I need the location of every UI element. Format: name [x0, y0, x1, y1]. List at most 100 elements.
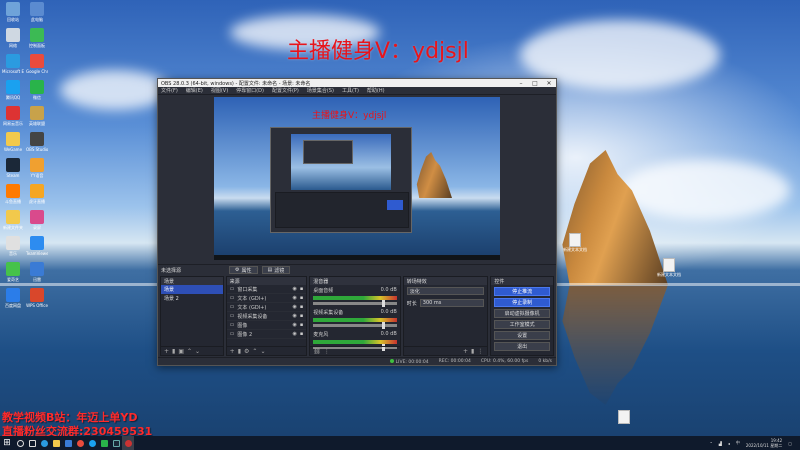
- desktop-shortcut-icon[interactable]: Google Chrome: [26, 54, 48, 74]
- config-icon[interactable]: ▣: [178, 348, 184, 355]
- desktop-shortcut-icon[interactable]: 爱奇艺: [2, 262, 24, 283]
- menu-view[interactable]: 视图(V): [211, 87, 228, 94]
- desktop-file-icon[interactable]: 新建文本文档: [561, 233, 589, 253]
- file-explorer-icon[interactable]: [50, 436, 62, 450]
- exit-button[interactable]: 退出: [494, 342, 551, 351]
- menu-tools[interactable]: 工具(T): [342, 87, 359, 94]
- desktop-shortcut-icon[interactable]: 百度网盘: [2, 288, 24, 309]
- chevron-down-icon[interactable]: ⌄: [195, 348, 200, 355]
- source-item[interactable]: ▭ 文本 (GDI+) ◉ ▪: [226, 303, 307, 312]
- scene-item[interactable]: 场景: [161, 285, 223, 294]
- chevron-up-icon[interactable]: ⌃: [252, 348, 257, 355]
- gear-icon[interactable]: ⚙: [244, 348, 249, 355]
- desktop-shortcut-icon[interactable]: 英雄联盟: [26, 106, 48, 127]
- desktop-file-icon[interactable]: [610, 410, 638, 424]
- lock-icon[interactable]: ▪: [300, 295, 303, 301]
- store-icon[interactable]: [62, 436, 74, 450]
- desktop-shortcut-icon[interactable]: 新建文件夹: [2, 210, 24, 231]
- more-icon[interactable]: ⋮: [477, 348, 483, 355]
- stop-streaming-button[interactable]: 停止推流: [494, 287, 551, 296]
- desktop-shortcut-icon[interactable]: OBS Studio: [26, 132, 48, 152]
- volume-icon[interactable]: ◂: [728, 441, 730, 446]
- desktop-shortcut-icon[interactable]: 网络: [2, 28, 24, 49]
- eye-icon[interactable]: ◉: [292, 331, 296, 337]
- desktop-shortcut-icon[interactable]: 迅雷: [26, 262, 48, 283]
- link-icon[interactable]: ⛓: [313, 348, 321, 355]
- desktop-shortcut-icon[interactable]: 控制面板: [26, 28, 48, 49]
- add-icon[interactable]: +: [463, 348, 468, 355]
- stop-recording-button[interactable]: 停止录制: [494, 298, 551, 307]
- desktop-shortcut-icon[interactable]: WeGame: [2, 132, 24, 152]
- menu-help[interactable]: 帮助(H): [367, 87, 385, 94]
- filters-button[interactable]: ▤ 滤镜: [261, 266, 291, 274]
- desktop-shortcut-icon[interactable]: 微信: [26, 80, 48, 101]
- virtual-camera-button[interactable]: 启动虚拟摄像机: [494, 309, 551, 318]
- settings-button[interactable]: 设置: [494, 331, 551, 340]
- desktop-shortcut-icon[interactable]: 音乐: [2, 236, 24, 257]
- eye-icon[interactable]: ◉: [292, 304, 296, 310]
- wechat-icon[interactable]: [98, 436, 110, 450]
- add-icon[interactable]: +: [164, 348, 169, 355]
- menu-file[interactable]: 文件(F): [161, 87, 178, 94]
- desktop-shortcut-icon[interactable]: Steam: [2, 158, 24, 178]
- menu-profile[interactable]: 配置文件(P): [272, 87, 299, 94]
- add-icon[interactable]: +: [230, 348, 235, 355]
- chevron-up-icon[interactable]: ⌃: [187, 348, 192, 355]
- chevron-down-icon[interactable]: ⌄: [260, 348, 265, 355]
- lock-icon[interactable]: ▪: [300, 331, 303, 337]
- desktop-file-icon[interactable]: 新建文本文档: [655, 258, 683, 278]
- eye-icon[interactable]: ◉: [292, 322, 296, 328]
- chrome-icon[interactable]: [74, 436, 86, 450]
- desktop-shortcut-icon[interactable]: 斗鱼直播: [2, 184, 24, 205]
- source-item[interactable]: ▭ 文本 (GDI+) ◉ ▪: [226, 294, 307, 303]
- lock-icon[interactable]: ▪: [300, 322, 303, 328]
- trash-icon[interactable]: ▮: [238, 348, 241, 355]
- task-view-icon[interactable]: [26, 436, 38, 450]
- minimize-icon[interactable]: –: [514, 80, 528, 87]
- steam-icon[interactable]: [110, 436, 122, 450]
- close-icon[interactable]: ✕: [542, 80, 556, 87]
- volume-slider[interactable]: [313, 322, 397, 329]
- more-icon[interactable]: ⋮: [324, 348, 330, 355]
- source-item[interactable]: ▭ 窗口采集 ◉ ▪: [226, 285, 307, 294]
- obs-window[interactable]: OBS 28.0.3 (64-bit, windows) - 配置文件: 未命名…: [157, 78, 557, 366]
- lock-icon[interactable]: ▪: [300, 286, 303, 292]
- trash-icon[interactable]: ▮: [172, 348, 175, 355]
- obs-taskbar-icon[interactable]: [122, 436, 134, 450]
- windows-start-icon[interactable]: ⊞: [0, 436, 14, 450]
- volume-slider[interactable]: [313, 300, 397, 307]
- menu-edit[interactable]: 编辑(E): [186, 87, 203, 94]
- menu-scene-collection[interactable]: 场景集合(S): [307, 87, 334, 94]
- desktop-shortcut-icon[interactable]: TeamViewer: [26, 236, 48, 256]
- desktop-shortcut-icon[interactable]: 网易云音乐: [2, 106, 24, 127]
- studio-mode-button[interactable]: 工作室模式: [494, 320, 551, 329]
- obs-titlebar[interactable]: OBS 28.0.3 (64-bit, windows) - 配置文件: 未命名…: [158, 79, 556, 87]
- maximize-icon[interactable]: □: [528, 80, 542, 87]
- desktop-shortcut-icon[interactable]: Microsoft Edge: [2, 54, 24, 74]
- preview-canvas[interactable]: 主播健身V：ydjsjl: [214, 97, 500, 260]
- desktop-shortcut-icon[interactable]: 腾讯QQ: [2, 80, 24, 101]
- properties-button[interactable]: ⚙ 属性: [229, 266, 258, 274]
- chevron-up-icon[interactable]: ⌃: [709, 441, 712, 446]
- scene-item[interactable]: 场景 2: [161, 294, 223, 303]
- source-item[interactable]: ▭ 视频采集设备 ◉ ▪: [226, 312, 307, 321]
- lock-icon[interactable]: ▪: [300, 313, 303, 319]
- trash-icon[interactable]: ▮: [471, 348, 474, 355]
- source-item[interactable]: ▭ 图像 ◉ ▪: [226, 321, 307, 330]
- desktop-shortcut-icon[interactable]: 回收站: [2, 2, 24, 23]
- desktop-shortcut-icon[interactable]: YY语音: [26, 158, 48, 179]
- duration-input[interactable]: 300 ms: [419, 299, 485, 307]
- input-language[interactable]: 中: [736, 440, 740, 446]
- eye-icon[interactable]: ◉: [292, 295, 296, 301]
- qq-icon[interactable]: [86, 436, 98, 450]
- eye-icon[interactable]: ◉: [292, 313, 296, 319]
- transition-select[interactable]: 淡化: [406, 287, 485, 295]
- eye-icon[interactable]: ◉: [292, 286, 296, 292]
- desktop-shortcut-icon[interactable]: 此电脑: [26, 2, 48, 23]
- desktop-shortcut-icon[interactable]: WPS Office: [26, 288, 48, 308]
- network-icon[interactable]: ▟: [719, 441, 722, 446]
- clock[interactable]: 19:42 2022/10/11 星期二: [746, 438, 782, 448]
- source-item[interactable]: ▭ 图像 2 ◉ ▪: [226, 330, 307, 339]
- edge-icon[interactable]: [38, 436, 50, 450]
- desktop-shortcut-icon[interactable]: 虎牙直播: [26, 184, 48, 205]
